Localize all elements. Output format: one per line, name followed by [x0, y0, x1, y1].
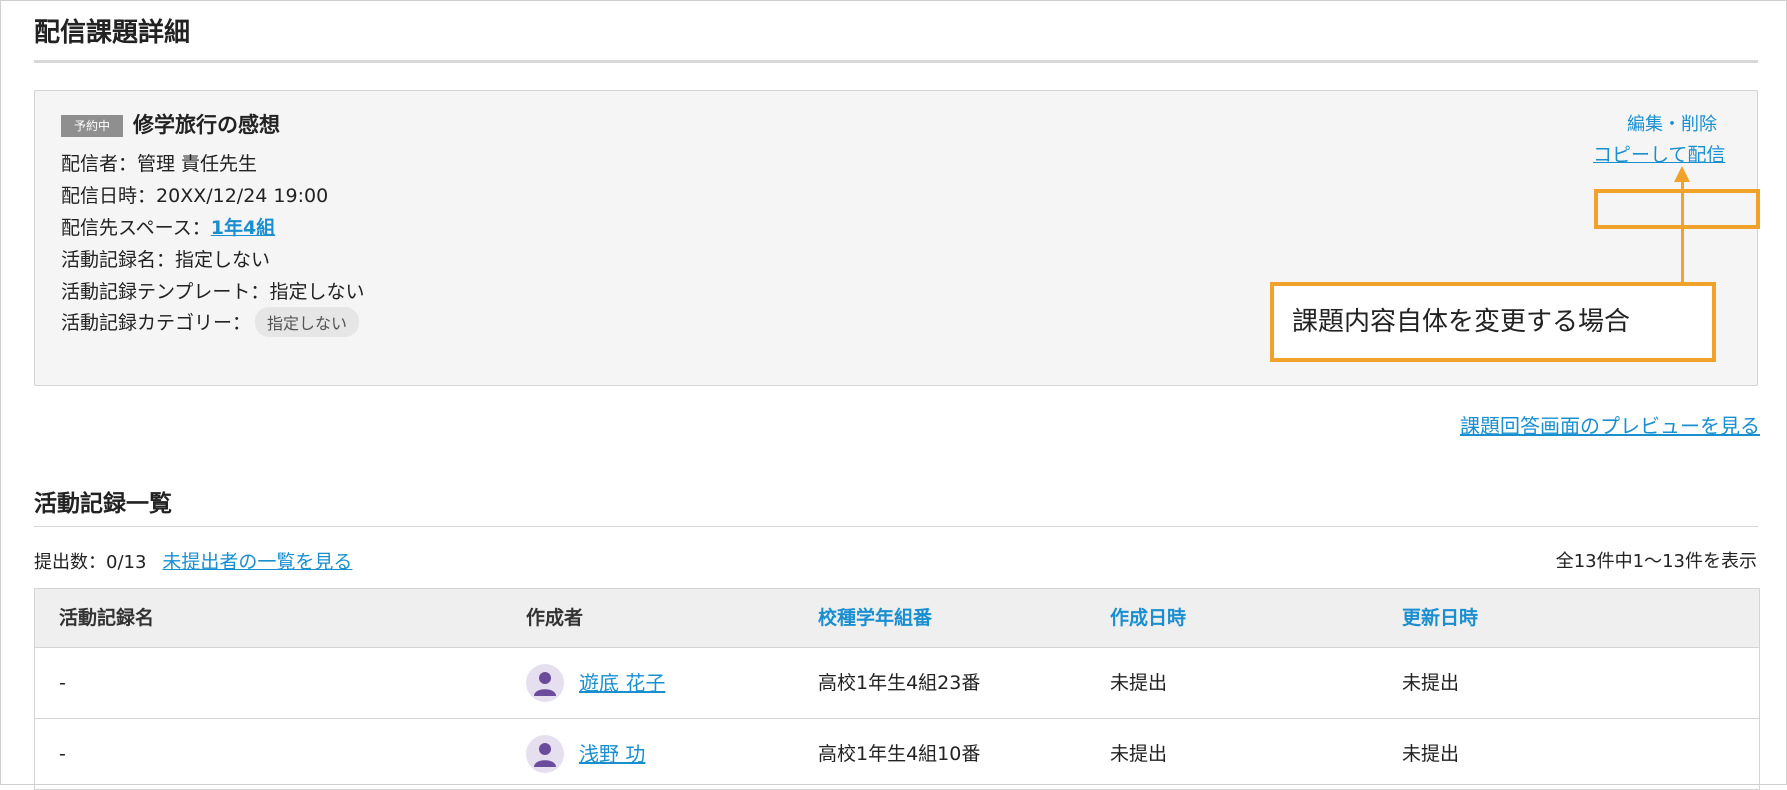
user-icon	[534, 743, 556, 767]
created-cell: 未提出	[1110, 743, 1168, 765]
column-record-name: 活動記録名	[59, 607, 155, 629]
record-name-cell: -	[59, 743, 66, 765]
section-divider	[34, 526, 1758, 527]
space-link[interactable]: 1年4組	[211, 217, 275, 239]
record-name-label: 活動記録名：	[61, 249, 176, 271]
space-line: 配信先スペース：1年4組	[61, 213, 275, 240]
column-class-number[interactable]: 校種学年組番	[818, 589, 932, 647]
author-link[interactable]: 浅野 功	[579, 742, 645, 766]
edit-delete-link[interactable]: 編集・削除	[1627, 110, 1717, 136]
copy-distribute-link[interactable]: コピーして配信	[1593, 140, 1725, 167]
submitted-label: 提出数：0/13	[34, 552, 147, 573]
template-label: 活動記録テンプレート：	[61, 281, 270, 303]
records-section-title: 活動記録一覧	[34, 491, 172, 517]
title-divider	[34, 60, 1758, 63]
author-link[interactable]: 遊底 花子	[579, 671, 665, 695]
created-cell: 未提出	[1110, 672, 1168, 694]
records-table: 活動記録名 作成者 校種学年組番 作成日時 更新日時 - 遊底 花子 高校1年生…	[34, 588, 1760, 790]
category-line: 活動記録カテゴリー： 指定しない	[61, 307, 360, 337]
user-icon	[534, 672, 556, 696]
datetime-value: 20XX/12/24 19:00	[156, 185, 329, 207]
table-header: 活動記録名 作成者 校種学年組番 作成日時 更新日時	[35, 589, 1759, 648]
callout-arrow	[1681, 178, 1684, 284]
record-name-line: 活動記録名：指定しない	[61, 245, 270, 272]
category-label: 活動記録カテゴリー：	[61, 312, 252, 334]
submitted-count: 提出数：0/13 未提出者の一覧を見る	[34, 547, 352, 574]
status-badge: 予約中	[61, 115, 123, 137]
sender-label: 配信者：	[61, 153, 138, 175]
record-name-cell: -	[59, 672, 66, 694]
assignment-title: 修学旅行の感想	[133, 113, 280, 137]
column-author: 作成者	[526, 607, 584, 629]
page-title: 配信課題詳細	[34, 18, 191, 48]
unsubmitted-list-link[interactable]: 未提出者の一覧を見る	[162, 551, 352, 573]
result-count: 全13件中1〜13件を表示	[1555, 551, 1757, 572]
table-row: - 遊底 花子 高校1年生4組23番 未提出 未提出	[35, 648, 1759, 719]
updated-cell: 未提出	[1402, 672, 1460, 694]
callout-box: 課題内容自体を変更する場合	[1270, 282, 1716, 362]
record-name-value: 指定しない	[175, 249, 271, 271]
column-created[interactable]: 作成日時	[1110, 589, 1186, 647]
avatar	[526, 664, 564, 702]
sender-value: 管理 責任先生	[137, 153, 258, 175]
table-row: - 浅野 功 高校1年生4組10番 未提出 未提出	[35, 719, 1759, 790]
template-value: 指定しない	[269, 281, 365, 303]
space-label: 配信先スペース：	[61, 217, 211, 239]
datetime-line: 配信日時：20XX/12/24 19:00	[61, 181, 328, 208]
class-number-cell: 高校1年生4組23番	[818, 672, 981, 694]
edit-highlight-box	[1594, 189, 1760, 229]
updated-cell: 未提出	[1402, 743, 1460, 765]
category-pill: 指定しない	[255, 307, 360, 337]
column-updated[interactable]: 更新日時	[1402, 589, 1478, 647]
class-number-cell: 高校1年生4組10番	[818, 743, 981, 765]
preview-link[interactable]: 課題回答画面のプレビューを見る	[1460, 410, 1760, 439]
avatar	[526, 735, 564, 773]
template-line: 活動記録テンプレート：指定しない	[61, 277, 364, 304]
sender-line: 配信者：管理 責任先生	[61, 149, 257, 176]
datetime-label: 配信日時：	[61, 185, 157, 207]
